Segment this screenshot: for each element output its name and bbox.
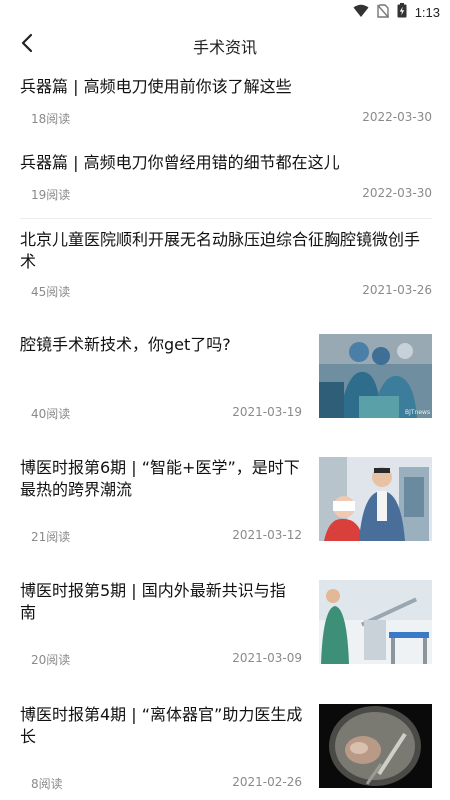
read-count: 20阅读 (31, 653, 71, 667)
divider (20, 218, 432, 219)
read-count: 45阅读 (31, 285, 71, 299)
publish-date: 2021-03-12 (232, 528, 302, 542)
article-thumbnail (319, 457, 432, 541)
article-item[interactable]: 博医时报第4期 | “离体器官”助力医生成长 8阅读 2021-02-26 (20, 704, 432, 792)
article-item[interactable]: 北京儿童医院顺利开展无名动脉压迫综合征胸腔镜微创手术 45阅读 2021-03-… (20, 229, 432, 303)
medical-equipment-photo (319, 580, 432, 664)
article-title: 兵器篇 | 高频电刀你曾经用错的细节都在这儿 (20, 153, 340, 172)
endoscope-view-photo (319, 704, 432, 788)
publish-date: 2021-03-09 (232, 651, 302, 665)
publish-date: 2021-03-19 (232, 405, 302, 419)
article-title: 博医时报第5期 | 国内外最新共识与指南 (20, 581, 286, 622)
publish-date: 2021-02-26 (232, 775, 302, 789)
page-title: 手术资讯 (192, 38, 257, 57)
no-sim-icon (376, 3, 389, 22)
nav-bar: 手术资讯 (0, 26, 450, 64)
status-bar: 1:13 (0, 0, 450, 26)
article-item[interactable]: 博医时报第5期 | 国内外最新共识与指南 20阅读 2021-03-09 (20, 580, 432, 668)
read-count: 19阅读 (31, 188, 71, 202)
read-count: 21阅读 (31, 530, 71, 544)
article-title: 兵器篇 | 高频电刀使用前你该了解这些 (20, 77, 292, 96)
read-count: 40阅读 (31, 407, 71, 421)
battery-charging-icon (397, 3, 407, 22)
article-title: 腔镜手术新技术，你get了吗? (20, 335, 231, 354)
publish-date: 2021-03-26 (362, 283, 432, 297)
image-caption: BJTnews (405, 409, 430, 416)
read-count: 18阅读 (31, 112, 71, 126)
status-icons: 1:13 (353, 3, 440, 22)
publish-date: 2022-03-30 (362, 110, 432, 124)
article-title: 博医时报第4期 | “离体器官”助力医生成长 (20, 705, 303, 746)
article-thumbnail (319, 580, 432, 664)
article-item[interactable]: 兵器篇 | 高频电刀使用前你该了解这些 18阅读 2022-03-30 (20, 76, 432, 132)
publish-date: 2022-03-30 (362, 186, 432, 200)
article-item[interactable]: 博医时报第6期 | “智能+医学”，是时下最热的跨界潮流 21阅读 2021-0… (20, 457, 432, 545)
status-time: 1:13 (414, 5, 440, 20)
article-title: 博医时报第6期 | “智能+医学”，是时下最热的跨界潮流 (20, 458, 300, 499)
article-item[interactable]: 兵器篇 | 高频电刀你曾经用错的细节都在这儿 19阅读 2022-03-30 (20, 152, 432, 208)
article-thumbnail (319, 704, 432, 788)
read-count: 8阅读 (31, 777, 63, 791)
article-thumbnail: BJTnews (319, 334, 432, 418)
article-item[interactable]: 腔镜手术新技术，你get了吗? 40阅读 2021-03-19 BJTnews (20, 334, 432, 422)
article-title: 北京儿童医院顺利开展无名动脉压迫综合征胸腔镜微创手术 (20, 230, 421, 271)
surgery-team-photo: BJTnews (319, 334, 432, 418)
doctor-with-robot-photo (319, 457, 432, 541)
wifi-icon (353, 3, 369, 22)
